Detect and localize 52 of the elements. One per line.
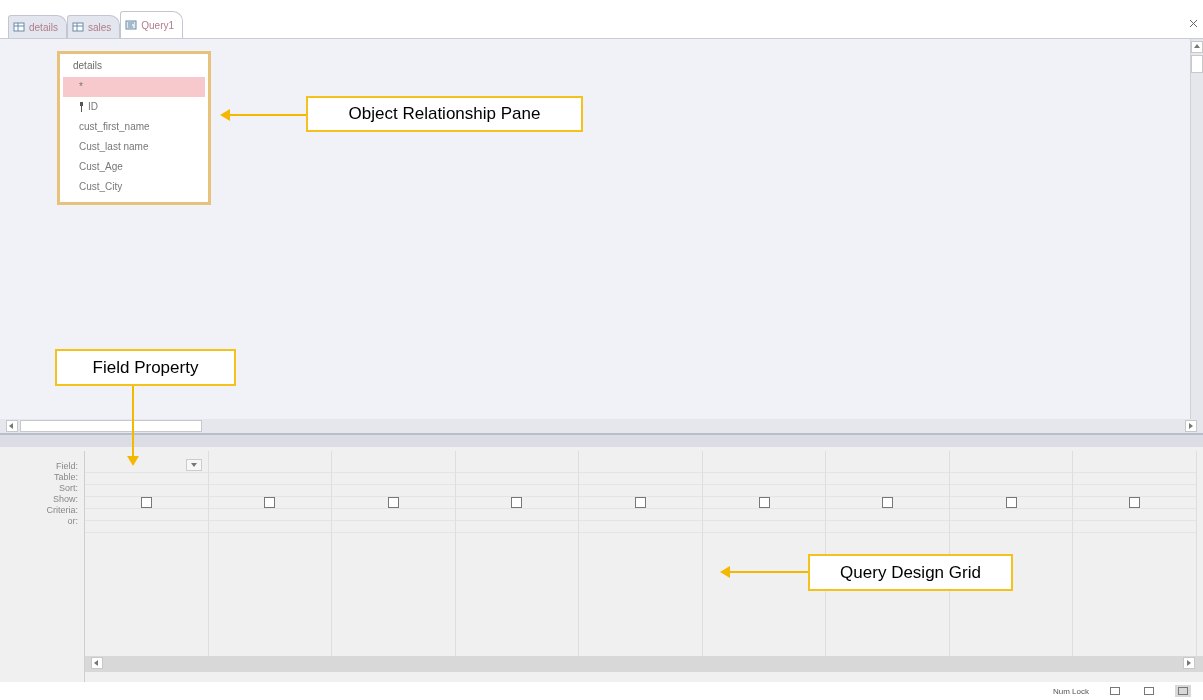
triangle-icon — [1193, 43, 1201, 51]
field-item[interactable]: Cust_Age — [63, 156, 205, 177]
field-item[interactable]: Cust_City — [63, 176, 205, 196]
callout-label: Field Property — [55, 349, 236, 386]
callout-label: Object Relationship Pane — [306, 96, 583, 132]
field-item[interactable]: * — [63, 77, 205, 97]
callout-label: Query Design Grid — [808, 554, 1013, 591]
document-tab[interactable]: details — [8, 15, 67, 38]
scroll-left-button[interactable] — [91, 657, 103, 669]
field-item[interactable]: cust_first_name — [63, 116, 205, 137]
row-label: Criteria: — [46, 505, 78, 516]
view-button[interactable] — [1107, 685, 1123, 697]
table-title: details — [72, 60, 103, 73]
table-icon — [71, 22, 84, 32]
show-checkbox[interactable] — [387, 497, 399, 508]
field-item[interactable]: ID — [63, 96, 205, 117]
show-checkbox[interactable] — [511, 497, 523, 508]
show-checkbox[interactable] — [264, 497, 276, 508]
scroll-right-button[interactable] — [1185, 420, 1197, 432]
row-label: Sort: — [59, 483, 78, 494]
triangle-icon — [8, 422, 16, 430]
scroll-right-button[interactable] — [1183, 657, 1195, 669]
scroll-thumb[interactable] — [1191, 55, 1203, 73]
table-field-list[interactable]: details * ID cust_first_name Cust_last name Cust_Age Cust_City — [57, 51, 211, 205]
show-checkbox[interactable] — [1129, 497, 1141, 508]
show-checkbox[interactable] — [1005, 497, 1017, 508]
triangle-icon — [189, 461, 198, 469]
triangle-icon — [93, 659, 101, 667]
key-icon — [79, 101, 84, 112]
scroll-left-button[interactable] — [6, 420, 18, 432]
row-label: Table: — [53, 472, 78, 483]
row-label: Field: — [56, 461, 78, 472]
view-button[interactable] — [1141, 685, 1157, 697]
show-checkbox[interactable] — [758, 497, 770, 508]
triangle-icon — [1185, 659, 1193, 667]
show-checkbox[interactable] — [635, 497, 646, 508]
document-tab[interactable]: Query1 — [120, 11, 184, 38]
status-text: Num Lock — [1053, 686, 1089, 696]
table-icon — [13, 22, 25, 32]
view-button[interactable] — [1175, 685, 1191, 697]
triangle-icon — [1187, 422, 1195, 430]
dropdown-button[interactable] — [185, 459, 202, 471]
scroll-up-button[interactable] — [1191, 41, 1203, 53]
row-label: or: — [67, 516, 78, 527]
row-label: Show: — [53, 494, 78, 505]
field-item[interactable]: Cust_last name — [63, 136, 205, 157]
show-checkbox[interactable] — [140, 497, 152, 508]
scroll-thumb[interactable] — [20, 420, 202, 432]
close-icon[interactable] — [1190, 18, 1197, 29]
show-checkbox[interactable] — [882, 497, 894, 508]
document-tab[interactable]: sales — [66, 15, 121, 38]
query-icon — [125, 20, 138, 30]
